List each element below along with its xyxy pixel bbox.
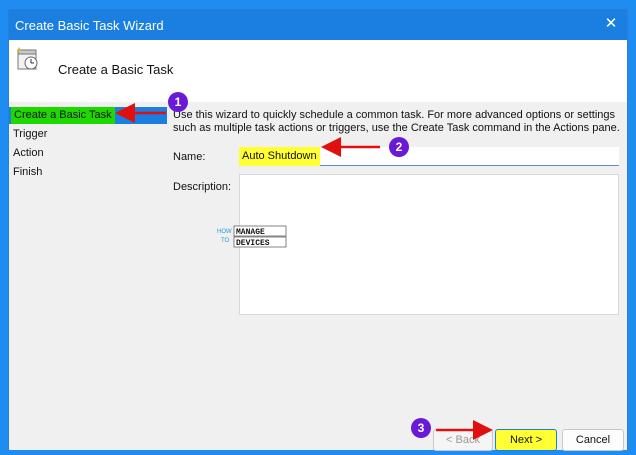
close-icon[interactable]: ✕	[603, 16, 619, 32]
cancel-button[interactable]: Cancel	[562, 429, 624, 451]
wizard-window: Create Basic Task Wizard ✕ Create a Basi…	[8, 9, 628, 451]
annotation-badge-2: 2	[389, 137, 409, 157]
wizard-header: Create a Basic Task	[9, 40, 627, 102]
annotation-badge-3: 3	[411, 418, 431, 438]
back-button[interactable]: < Back	[433, 429, 493, 451]
window-title: Create Basic Task Wizard	[15, 18, 164, 33]
sidebar-item-finish[interactable]: Finish	[13, 164, 42, 180]
how-to-manage-devices-logo: HOW TO MANAGE DEVICES	[217, 224, 297, 248]
next-button[interactable]: Next >	[495, 429, 557, 451]
annotation-badge-1: 1	[168, 92, 188, 112]
svg-text:MANAGE: MANAGE	[236, 228, 265, 237]
page-title: Create a Basic Task	[58, 62, 174, 77]
wizard-description: Use this wizard to quickly schedule a co…	[173, 109, 620, 134]
description-label: Description:	[173, 181, 232, 193]
task-scheduler-icon	[17, 47, 38, 70]
name-field-value[interactable]: Auto Shutdown	[239, 147, 320, 166]
svg-text:DEVICES: DEVICES	[236, 239, 270, 248]
sidebar-item-trigger[interactable]: Trigger	[13, 126, 47, 142]
sidebar-item-create-basic-task[interactable]: Create a Basic Task	[11, 107, 115, 124]
title-bar: Create Basic Task Wizard ✕	[9, 10, 627, 40]
name-label: Name:	[173, 151, 206, 163]
wizard-sidebar: Create a Basic Task Trigger Action Finis…	[9, 102, 167, 450]
sidebar-item-action[interactable]: Action	[13, 145, 44, 161]
svg-text:TO: TO	[221, 238, 230, 244]
svg-text:HOW: HOW	[217, 229, 232, 235]
